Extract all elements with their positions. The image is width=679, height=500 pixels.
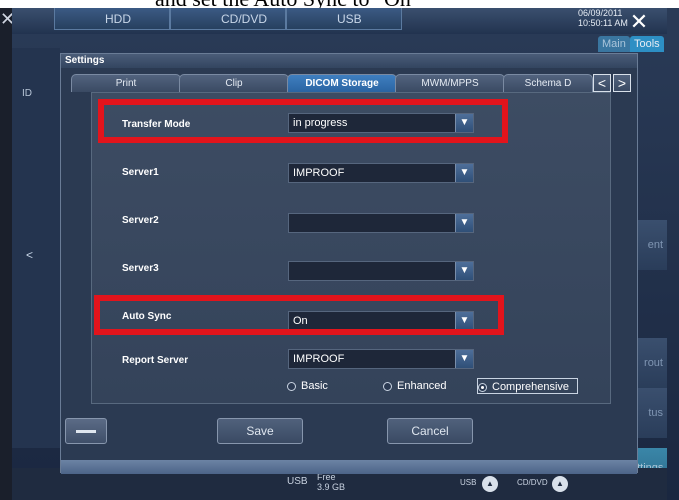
id-column-header: ID bbox=[22, 88, 32, 99]
tab-usb[interactable]: USB bbox=[286, 8, 402, 30]
radio-enhanced-label: Enhanced bbox=[397, 380, 447, 392]
usb-label: USB bbox=[287, 476, 308, 487]
chevron-down-icon: ▼ bbox=[455, 164, 473, 182]
settings-tabs: Print Clip DICOM Storage MWM/MPPS Schema… bbox=[61, 68, 637, 92]
settings-dialog: Settings Print Clip DICOM Storage MWM/MP… bbox=[60, 53, 638, 474]
date-text: 06/09/2011 bbox=[578, 8, 623, 18]
highlight-transfer-mode bbox=[98, 99, 508, 143]
report-type-options: Basic Enhanced Comprehensive bbox=[287, 378, 617, 396]
radio-enhanced[interactable]: Enhanced bbox=[383, 378, 447, 394]
server3-dropdown[interactable]: ▼ bbox=[288, 261, 474, 281]
left-panel: ID < bbox=[12, 48, 60, 448]
ultrasound-screen: ✕ HDD CD/DVD USB 06/09/2011 10:50:11 AM … bbox=[0, 8, 679, 500]
chevron-down-icon: ▼ bbox=[455, 262, 473, 280]
tab-schema[interactable]: Schema D bbox=[503, 74, 593, 92]
tab-main[interactable]: Main bbox=[598, 36, 630, 52]
report-server-value: IMPROOF bbox=[293, 353, 345, 365]
radio-basic-label: Basic bbox=[301, 380, 328, 392]
server2-dropdown[interactable]: ▼ bbox=[288, 213, 474, 233]
radio-comprehensive-label: Comprehensive bbox=[492, 381, 570, 393]
media-tab-bar: HDD CD/DVD USB bbox=[12, 8, 667, 34]
tab-mwm-mpps[interactable]: MWM/MPPS bbox=[395, 74, 505, 92]
tab-cd-dvd[interactable]: CD/DVD bbox=[170, 8, 286, 30]
radio-icon bbox=[287, 382, 296, 391]
radio-selected-icon bbox=[478, 383, 487, 392]
instruction-caption: and set the Auto Sync to "On" bbox=[0, 0, 679, 8]
dialog-title: Settings bbox=[61, 54, 637, 68]
free-space: Free 3.9 GB bbox=[317, 472, 345, 492]
tab-dicom-storage[interactable]: DICOM Storage bbox=[287, 74, 397, 92]
highlight-auto-sync bbox=[94, 295, 504, 335]
server2-label: Server2 bbox=[122, 215, 159, 226]
chevron-left-icon[interactable]: < bbox=[593, 74, 611, 92]
tab-tools[interactable]: Tools bbox=[630, 36, 664, 52]
radio-comprehensive[interactable]: Comprehensive bbox=[477, 378, 579, 394]
dialog-bottom-bar bbox=[61, 460, 637, 474]
radio-basic[interactable]: Basic bbox=[287, 378, 328, 394]
eject-icon[interactable]: ▲ bbox=[482, 476, 498, 492]
close-icon[interactable]: ✕ bbox=[623, 10, 655, 34]
radio-icon bbox=[383, 382, 392, 391]
chevron-down-icon: ▼ bbox=[455, 350, 473, 368]
tab-print[interactable]: Print bbox=[71, 74, 181, 92]
server1-value: IMPROOF bbox=[293, 167, 345, 179]
eject-icon[interactable]: ▲ bbox=[552, 476, 568, 492]
server3-label: Server3 bbox=[122, 263, 159, 274]
server1-dropdown[interactable]: IMPROOF ▼ bbox=[288, 163, 474, 183]
caption-text: and set the Auto Sync to "On" bbox=[155, 0, 420, 8]
cd-dvd-label: CD/DVD bbox=[517, 478, 548, 487]
server1-label: Server1 bbox=[122, 167, 159, 178]
chevron-down-icon: ▼ bbox=[455, 214, 473, 232]
usb-drive-label: USB bbox=[460, 478, 477, 487]
chevron-right-icon[interactable]: > bbox=[613, 74, 631, 92]
report-server-label: Report Server bbox=[122, 355, 189, 366]
tab-clip[interactable]: Clip bbox=[179, 74, 289, 92]
nav-tabs: Main Tools bbox=[598, 36, 670, 52]
tab-hdd[interactable]: HDD bbox=[54, 8, 170, 30]
dialog-footer: ▬▬ Save Cancel bbox=[61, 404, 637, 474]
save-button[interactable]: Save bbox=[217, 418, 303, 444]
report-server-dropdown[interactable]: IMPROOF ▼ bbox=[288, 349, 474, 369]
left-edge: ✕ bbox=[0, 8, 15, 500]
chevron-left-icon[interactable]: < bbox=[26, 248, 33, 262]
free-value: 3.9 GB bbox=[317, 482, 346, 492]
time-text: 10:50:11 AM bbox=[578, 18, 628, 28]
close-icon[interactable]: ✕ bbox=[0, 8, 15, 30]
dicom-storage-panel: Transfer Mode in progress ▼ Server1 IMPR… bbox=[91, 92, 611, 404]
cancel-button[interactable]: Cancel bbox=[387, 418, 473, 444]
datetime-display: 06/09/2011 10:50:11 AM bbox=[578, 8, 628, 28]
keyboard-icon[interactable]: ▬▬ bbox=[65, 418, 107, 444]
